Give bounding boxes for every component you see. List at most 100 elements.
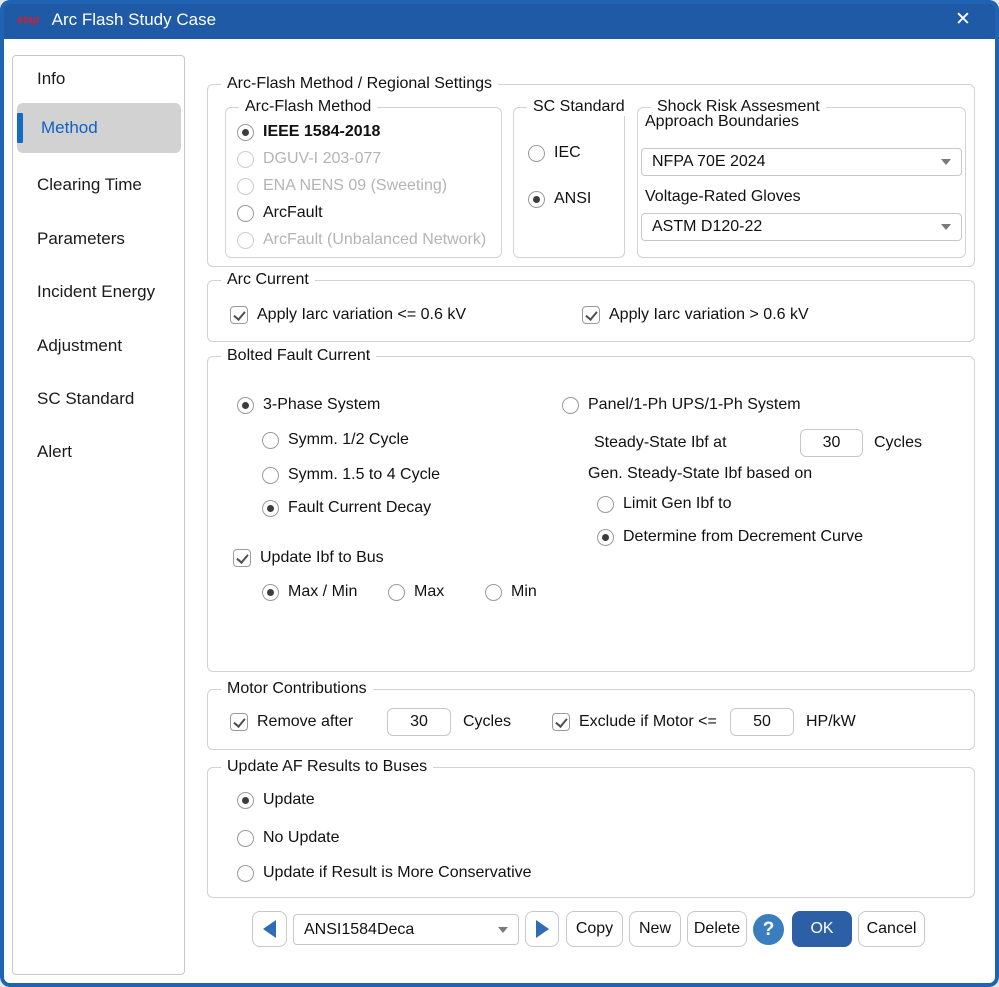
chevron-down-icon: [941, 159, 951, 165]
radio-symm-half-cycle[interactable]: Symm. 1/2 Cycle: [262, 431, 409, 449]
radio-update[interactable]: Update: [237, 791, 315, 809]
copy-button[interactable]: Copy: [566, 911, 623, 947]
sidebar: Info Method Clearing Time Parameters Inc…: [12, 55, 185, 975]
radio-min[interactable]: Min: [485, 583, 537, 601]
radio-label: Min: [511, 583, 537, 601]
radio-ansi[interactable]: ANSI: [528, 190, 591, 208]
radio-icon[interactable]: [562, 397, 579, 414]
sidebar-item-parameters[interactable]: Parameters: [13, 229, 184, 249]
close-icon[interactable]: ✕: [941, 0, 985, 39]
sidebar-item-method[interactable]: Method: [13, 118, 184, 138]
group-arc-flash-method-title: Arc-Flash Method: [239, 98, 377, 116]
prev-case-button[interactable]: [252, 911, 287, 947]
checkbox-label: Exclude if Motor <=: [579, 713, 717, 731]
radio-label: ANSI: [554, 190, 591, 208]
radio-label: IEEE 1584-2018: [263, 123, 380, 141]
exclude-motor-hp-input[interactable]: [730, 708, 794, 736]
radio-arcfault[interactable]: ArcFault: [237, 204, 323, 222]
radio-icon[interactable]: [237, 178, 254, 195]
radio-label: Limit Gen Ibf to: [623, 495, 732, 513]
checkbox-update-ibf-to-bus[interactable]: Update Ibf to Bus: [233, 549, 384, 567]
ok-button[interactable]: OK: [792, 911, 852, 947]
checkbox-icon[interactable]: [230, 713, 248, 731]
sidebar-item-alert[interactable]: Alert: [13, 442, 184, 462]
radio-limit-gen-ibf[interactable]: Limit Gen Ibf to: [597, 495, 732, 513]
checkbox-icon[interactable]: [552, 713, 570, 731]
group-motor-contributions-title: Motor Contributions: [221, 680, 373, 698]
approach-boundaries-label: Approach Boundaries: [645, 113, 799, 131]
radio-icon[interactable]: [237, 397, 254, 414]
radio-icon[interactable]: [237, 830, 254, 847]
radio-icon[interactable]: [237, 124, 254, 141]
radio-icon[interactable]: [528, 145, 545, 162]
radio-arcfault-unbalanced[interactable]: ArcFault (Unbalanced Network): [237, 231, 486, 249]
etap-logo: etap: [17, 14, 40, 26]
radio-max[interactable]: Max: [388, 583, 444, 601]
new-button[interactable]: New: [629, 911, 681, 947]
radio-ieee-1584-2018[interactable]: IEEE 1584-2018: [237, 123, 380, 141]
dropdown-value: NFPA 70E 2024: [652, 153, 933, 171]
steady-state-ibf-label: Steady-State Ibf at: [594, 434, 727, 452]
sidebar-item-adjustment[interactable]: Adjustment: [13, 336, 184, 356]
radio-determine-decrement-curve[interactable]: Determine from Decrement Curve: [597, 528, 863, 546]
radio-icon[interactable]: [262, 467, 279, 484]
checkbox-icon[interactable]: [230, 306, 248, 324]
radio-icon[interactable]: [237, 232, 254, 249]
steady-state-cycles-input[interactable]: [800, 429, 863, 457]
radio-label: IEC: [554, 144, 581, 162]
radio-panel-1ph-system[interactable]: Panel/1-Ph UPS/1-Ph System: [562, 396, 801, 414]
radio-icon[interactable]: [262, 500, 279, 517]
radio-iec[interactable]: IEC: [528, 144, 581, 162]
radio-dguv[interactable]: DGUV-I 203-077: [237, 150, 381, 168]
radio-symm-1-5-to-4-cycle[interactable]: Symm. 1.5 to 4 Cycle: [262, 466, 440, 484]
delete-button[interactable]: Delete: [687, 911, 747, 947]
radio-label: ArcFault (Unbalanced Network): [263, 231, 486, 249]
study-case-dropdown[interactable]: ANSI1584Deca: [293, 914, 519, 945]
voltage-rated-gloves-dropdown[interactable]: ASTM D120-22: [641, 213, 962, 241]
radio-icon[interactable]: [237, 792, 254, 809]
checkbox-iarc-variation-low[interactable]: Apply Iarc variation <= 0.6 kV: [230, 306, 466, 324]
radio-max-min[interactable]: Max / Min: [262, 583, 357, 601]
radio-icon[interactable]: [388, 584, 405, 601]
radio-icon[interactable]: [597, 529, 614, 546]
radio-3-phase-system[interactable]: 3-Phase System: [237, 396, 380, 414]
approach-boundaries-dropdown[interactable]: NFPA 70E 2024: [641, 148, 962, 176]
radio-fault-current-decay[interactable]: Fault Current Decay: [262, 499, 431, 517]
remove-after-cycles-input[interactable]: [387, 708, 451, 736]
group-update-af-results-title: Update AF Results to Buses: [221, 758, 433, 776]
radio-icon[interactable]: [597, 496, 614, 513]
radio-label: Determine from Decrement Curve: [623, 528, 863, 546]
group-bolted-fault-current-title: Bolted Fault Current: [221, 347, 376, 365]
sidebar-item-info[interactable]: Info: [13, 69, 184, 89]
radio-update-if-conservative[interactable]: Update if Result is More Conservative: [237, 864, 532, 882]
radio-label: ArcFault: [263, 204, 323, 222]
sidebar-item-sc-standard[interactable]: SC Standard: [13, 389, 184, 409]
radio-icon[interactable]: [262, 432, 279, 449]
checkbox-icon[interactable]: [582, 306, 600, 324]
radio-label: Max: [414, 583, 444, 601]
radio-label: Update: [263, 791, 315, 809]
radio-no-update[interactable]: No Update: [237, 829, 340, 847]
exclude-motor-unit-label: HP/kW: [806, 713, 856, 731]
sidebar-item-clearing-time[interactable]: Clearing Time: [13, 175, 184, 195]
radio-ena-nens[interactable]: ENA NENS 09 (Sweeting): [237, 177, 447, 195]
checkbox-icon[interactable]: [233, 549, 251, 567]
radio-icon[interactable]: [485, 584, 502, 601]
cancel-button[interactable]: Cancel: [858, 911, 925, 947]
checkbox-exclude-motor[interactable]: Exclude if Motor <=: [552, 713, 717, 731]
radio-icon[interactable]: [237, 151, 254, 168]
checkbox-iarc-variation-high[interactable]: Apply Iarc variation > 0.6 kV: [582, 306, 809, 324]
radio-label: Symm. 1/2 Cycle: [288, 431, 409, 449]
radio-icon[interactable]: [237, 205, 254, 222]
group-sc-standard: SC Standard: [513, 107, 625, 258]
checkbox-remove-after[interactable]: Remove after: [230, 713, 353, 731]
next-case-button[interactable]: [525, 911, 559, 947]
arc-flash-study-case-dialog: etap Arc Flash Study Case ✕ Info Method …: [0, 0, 999, 987]
radio-icon[interactable]: [528, 191, 545, 208]
radio-icon[interactable]: [262, 584, 279, 601]
checkbox-label: Apply Iarc variation <= 0.6 kV: [257, 306, 466, 324]
radio-icon[interactable]: [237, 865, 254, 882]
sidebar-item-incident-energy[interactable]: Incident Energy: [13, 282, 184, 302]
help-button[interactable]: ?: [753, 914, 784, 945]
radio-label: DGUV-I 203-077: [263, 150, 381, 168]
